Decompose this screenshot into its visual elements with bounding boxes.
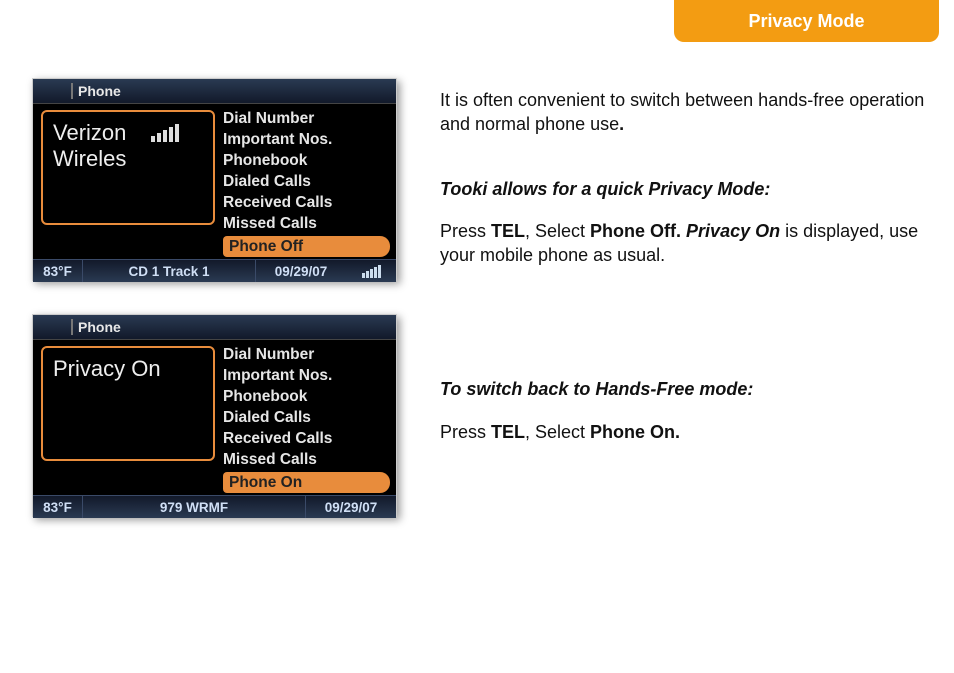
instruction-text: It is often convenient to switch between… (440, 88, 930, 462)
signal-bars-icon (151, 124, 179, 142)
display-text: Privacy On (53, 356, 161, 381)
t: Press (440, 422, 491, 442)
subheading-privacy-mode: Tooki allows for a quick Privacy Mode: (440, 177, 930, 201)
menu-list: Dial Number Important Nos. Phonebook Dia… (223, 340, 396, 495)
t-bold: TEL (491, 422, 525, 442)
menu-item[interactable]: Dial Number (223, 108, 390, 129)
t-bold: Phone Off. (590, 221, 686, 241)
screen-header: Phone (33, 79, 396, 104)
status-temp: 83°F (33, 260, 83, 282)
menu-item[interactable]: Phonebook (223, 150, 390, 171)
intro-text: It is often convenient to switch between… (440, 90, 924, 134)
menu-item[interactable]: Missed Calls (223, 449, 390, 470)
t: , Select (525, 422, 590, 442)
status-bar: 83°F CD 1 Track 1 09/29/07 (33, 259, 396, 282)
display-panel: Verizon Wireles (41, 110, 215, 225)
page-title: Privacy Mode (748, 11, 864, 32)
status-signal (346, 260, 396, 282)
menu-item-selected[interactable]: Phone Off (223, 236, 390, 257)
t: , Select (525, 221, 590, 241)
status-media: CD 1 Track 1 (83, 260, 256, 282)
menu-item[interactable]: Dialed Calls (223, 171, 390, 192)
menu-item[interactable]: Phonebook (223, 386, 390, 407)
screenshot-phone-off: Phone Verizon Wireles Dial Number Import… (32, 78, 397, 281)
handsfree-steps: Press TEL, Select Phone On. (440, 420, 930, 444)
t-bold: TEL (491, 221, 525, 241)
page-title-tab: Privacy Mode (674, 0, 939, 42)
t-bold: Phone On. (590, 422, 680, 442)
menu-item-selected[interactable]: Phone On (223, 472, 390, 493)
t-bolditalic: Privacy On (686, 221, 780, 241)
menu-item[interactable]: Important Nos. (223, 365, 390, 386)
menu-item[interactable]: Important Nos. (223, 129, 390, 150)
status-date: 09/29/07 (306, 496, 396, 518)
intro-paragraph: It is often convenient to switch between… (440, 88, 930, 137)
screen-header: Phone (33, 315, 396, 340)
menu-item[interactable]: Dial Number (223, 344, 390, 365)
privacy-mode-steps: Press TEL, Select Phone Off. Privacy On … (440, 219, 930, 268)
display-panel: Privacy On (41, 346, 215, 461)
carrier-line1: Verizon (53, 120, 126, 145)
menu-item[interactable]: Received Calls (223, 192, 390, 213)
menu-item[interactable]: Dialed Calls (223, 407, 390, 428)
status-media: 979 WRMF (83, 496, 306, 518)
status-bar: 83°F 979 WRMF 09/29/07 (33, 495, 396, 518)
intro-dot: . (619, 114, 624, 134)
subheading-handsfree: To switch back to Hands-Free mode: (440, 377, 930, 401)
menu-list: Dial Number Important Nos. Phonebook Dia… (223, 104, 396, 259)
header-label: Phone (78, 319, 121, 335)
menu-item[interactable]: Received Calls (223, 428, 390, 449)
carrier-line2: Wireles (53, 146, 126, 171)
t: Press (440, 221, 491, 241)
menu-item[interactable]: Missed Calls (223, 213, 390, 234)
status-date: 09/29/07 (256, 260, 346, 282)
screenshot-privacy-on: Phone Privacy On Dial Number Important N… (32, 314, 397, 517)
header-label: Phone (78, 83, 121, 99)
status-temp: 83°F (33, 496, 83, 518)
signal-bars-icon (362, 265, 381, 278)
